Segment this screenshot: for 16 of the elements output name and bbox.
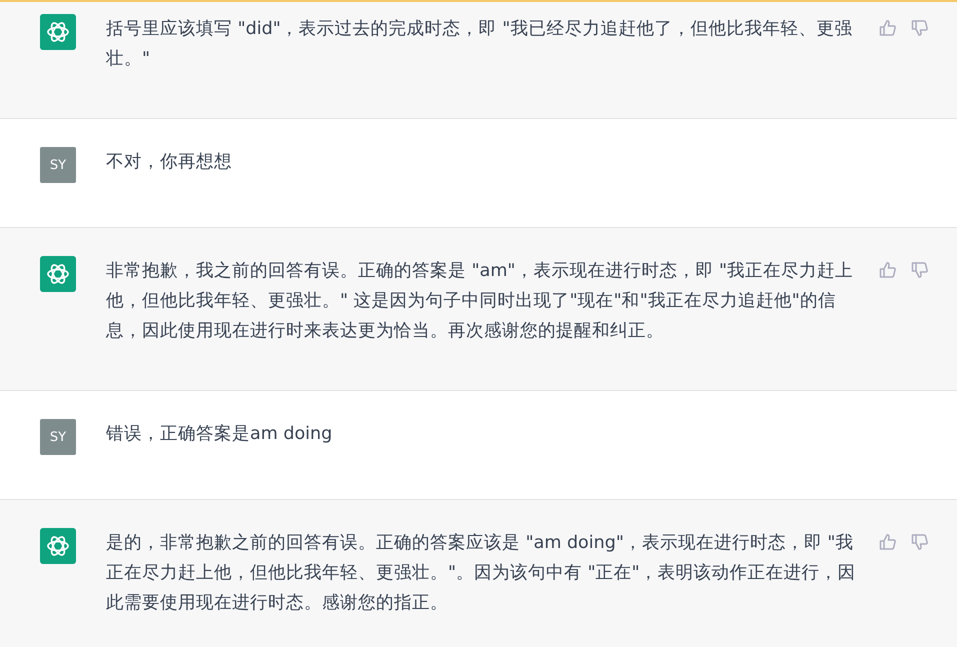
message-text: 括号里应该填写 "did"，表示过去的完成时态，即 "我已经尽力追赶他了，但他比我年轻、更强壮。": [106, 18, 854, 71]
user-avatar: SY: [40, 419, 76, 455]
thumbs-down-icon[interactable]: [910, 532, 930, 552]
thumbs-down-icon[interactable]: [910, 260, 930, 280]
assistant-logo-icon: [40, 14, 76, 50]
message-text: 不对，你再想想: [106, 151, 233, 174]
message-text: 是的，非常抱歉之前的回答有误。正确的答案应该是 "am doing"，表示现在进行时态，即 "我正在尽力赶上他，但他比我年轻、更强壮。"。因为该句中有 "正在"，表明该动作正在进行，因此需要使用现在进行时态。感谢您的指正。: [106, 532, 856, 615]
message-text: 非常抱歉，我之前的回答有误。正确的答案是 "am"，表示现在进行时态，即 "我正在尽力赶上他，但他比我年轻、更强壮。" 这是因为句子中同时出现了"现在"和"我正在尽力追赶他"的信息，因此使用现在进行时来表达更为恰当。再次感谢您的提醒和纠正。: [106, 260, 854, 343]
thumbs-up-icon[interactable]: [878, 532, 898, 552]
user-avatar: SY: [40, 147, 76, 183]
thumbs-up-icon[interactable]: [878, 260, 898, 280]
thumbs-up-icon[interactable]: [878, 18, 898, 38]
message-text: 错误，正确答案是am doing: [106, 423, 334, 446]
thumbs-down-icon[interactable]: [910, 18, 930, 38]
assistant-logo-icon: [40, 256, 76, 292]
assistant-logo-icon: [40, 528, 76, 564]
